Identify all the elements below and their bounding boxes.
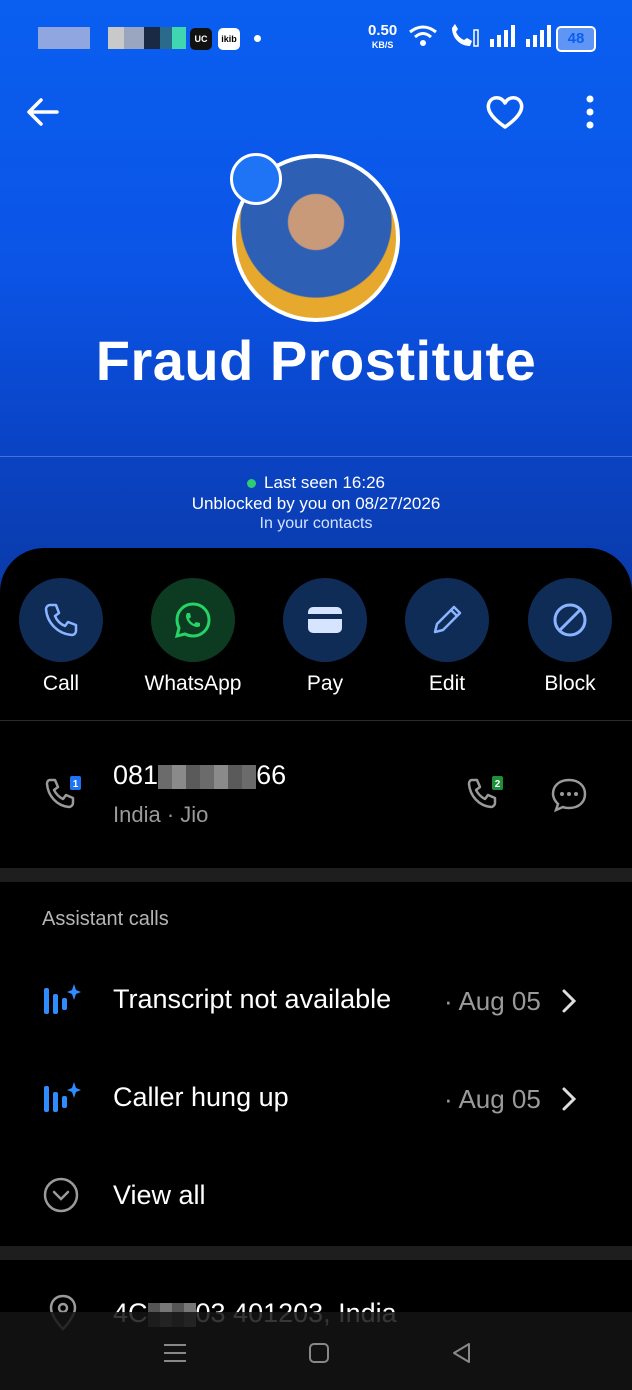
status-bar: UC ikib 0.50 KB/S 48: [0, 0, 632, 78]
assistant-call-item[interactable]: Caller hung up · Aug 05: [0, 1064, 632, 1134]
whatsapp-action-circle: [151, 578, 235, 662]
app-icon: ikib: [218, 28, 240, 50]
action-label: Call: [42, 672, 80, 695]
chevron-right-icon: [562, 989, 577, 1013]
avatar-badge: [230, 153, 282, 205]
block-action-circle: [528, 578, 612, 662]
redacted-digits: [158, 764, 257, 789]
network-speed: 0.50 KB/S: [368, 22, 398, 50]
unblocked-status: Unblocked by you on 08/27/2026: [191, 494, 441, 513]
in-contacts-label: In your contacts: [259, 515, 373, 532]
assistant-call-date: · Aug 05: [444, 986, 541, 1016]
notification-dot-icon: [254, 35, 261, 42]
recents-button[interactable]: [160, 1338, 190, 1368]
chevron-right-icon: [562, 1087, 577, 1111]
wifi-icon: [409, 25, 437, 46]
call-action-circle: [19, 578, 103, 662]
home-button[interactable]: [304, 1338, 334, 1368]
contact-header: UC ikib 0.50 KB/S 48 Fraud Prostitute La…: [0, 0, 632, 600]
section-divider: [0, 868, 632, 882]
pay-action-circle: [283, 578, 367, 662]
sim2-call-icon[interactable]: 2: [466, 774, 506, 814]
phone-number-row[interactable]: 1 2: [0, 740, 632, 860]
contact-name: Fraud Prostitute: [95, 329, 537, 392]
section-divider: [0, 1246, 632, 1260]
chevron-down-circle-icon: [43, 1177, 79, 1213]
menu-icon: [164, 1344, 186, 1362]
triangle-back-icon: [453, 1343, 470, 1363]
more-vertical-icon: [586, 95, 594, 129]
assistant-call-text: Transcript not available: [113, 984, 392, 1014]
square-icon: [309, 1343, 329, 1363]
favorite-button[interactable]: [485, 92, 525, 132]
heart-icon: [486, 96, 524, 129]
action-label: Edit: [428, 672, 466, 695]
block-icon: [553, 603, 587, 637]
pencil-icon: [433, 605, 462, 634]
voice-assistant-icon: [44, 1082, 81, 1112]
phone-carrier-info: India · Jio: [113, 802, 209, 827]
edit-action-button[interactable]: Edit: [386, 578, 508, 696]
last-seen: Last seen 16:26: [0, 473, 632, 493]
whatsapp-action-button[interactable]: WhatsApp: [132, 578, 254, 696]
svg-text:2: 2: [495, 779, 501, 790]
view-all-label: View all: [113, 1180, 206, 1210]
actions-divider: [0, 720, 632, 721]
voice-assistant-icon: [44, 984, 81, 1014]
battery-indicator: 48: [556, 26, 596, 52]
status-icons: [408, 24, 552, 48]
phone-number: 081 66: [113, 760, 287, 790]
online-status-icon: [247, 479, 256, 489]
block-action-button[interactable]: Block: [509, 578, 631, 696]
message-icon[interactable]: [550, 777, 588, 813]
svg-text:1: 1: [73, 779, 79, 790]
back-button[interactable]: [22, 92, 62, 132]
arrow-left-icon: [27, 98, 59, 126]
quick-actions: Call WhatsApp Pay Edit Block: [0, 578, 632, 698]
status-bar-notification-icons: [38, 27, 186, 49]
assistant-call-item[interactable]: Transcript not available · Aug 05: [0, 966, 632, 1036]
whatsapp-icon: [174, 602, 211, 639]
assistant-call-text: Caller hung up: [113, 1082, 289, 1112]
signal-icon: [490, 25, 515, 47]
signal-icon: [526, 25, 551, 47]
wifi-call-icon: [452, 24, 479, 47]
phone-icon: [44, 603, 78, 637]
call-action-button[interactable]: Call: [0, 578, 122, 696]
action-label: Pay: [306, 672, 344, 695]
wallet-icon: [308, 607, 342, 633]
assistant-call-date: · Aug 05: [444, 1084, 541, 1114]
back-nav-button[interactable]: [446, 1338, 476, 1368]
action-label: WhatsApp: [144, 672, 242, 695]
sim1-call-icon[interactable]: 1: [44, 774, 84, 814]
more-options-button[interactable]: [570, 92, 610, 132]
view-all-button[interactable]: View all: [0, 1162, 632, 1232]
uc-app-icon: UC: [190, 28, 212, 50]
pay-action-button[interactable]: Pay: [264, 578, 386, 696]
assistant-calls-title: Assistant calls: [42, 908, 169, 930]
header-divider: [0, 456, 632, 457]
action-label: Block: [544, 672, 596, 695]
edit-action-circle: [405, 578, 489, 662]
